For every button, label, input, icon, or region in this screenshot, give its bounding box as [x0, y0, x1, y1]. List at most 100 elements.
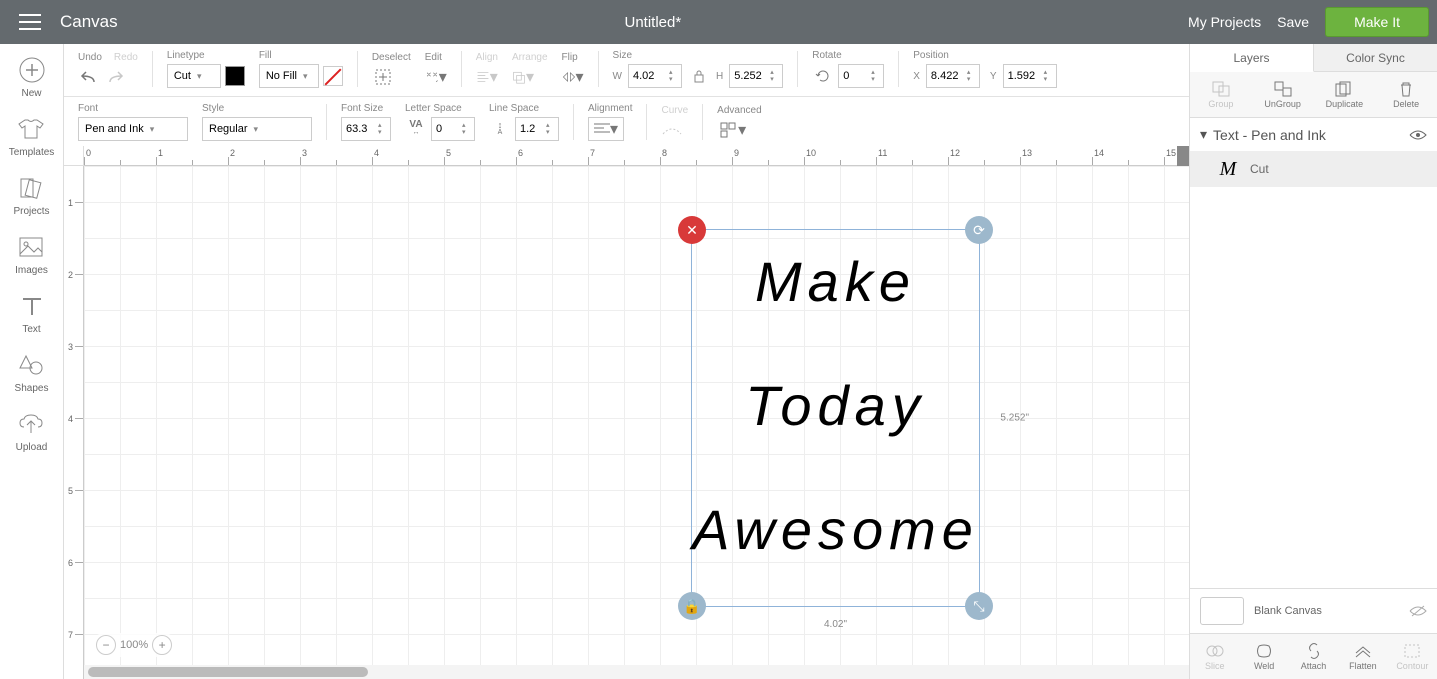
- image-icon: [17, 233, 45, 261]
- advanced-button[interactable]: ▾: [717, 119, 749, 141]
- topbar: Canvas Untitled* My Projects Save Make I…: [0, 0, 1437, 44]
- linespace-input[interactable]: 1.2▴▾: [515, 117, 559, 141]
- y-input[interactable]: 1.592▴▾: [1003, 64, 1057, 88]
- delete-button[interactable]: Delete: [1375, 72, 1437, 117]
- scrollbar-thumb[interactable]: [88, 667, 368, 677]
- zoom-value: 100%: [120, 639, 148, 651]
- tab-layers[interactable]: Layers: [1190, 44, 1314, 72]
- layer-item[interactable]: M Cut: [1190, 151, 1437, 187]
- deselect-label: Deselect: [372, 52, 411, 63]
- redo-label: Redo: [114, 52, 138, 63]
- new-label: New: [21, 88, 41, 99]
- selection-lock-handle[interactable]: 🔒: [678, 592, 706, 620]
- make-it-button[interactable]: Make It: [1325, 7, 1429, 37]
- flatten-button[interactable]: Flatten: [1338, 634, 1387, 679]
- upload-icon: [17, 410, 45, 438]
- h-label: H: [716, 71, 723, 82]
- shirt-icon: [17, 115, 45, 143]
- images-label: Images: [15, 265, 48, 276]
- visibility-icon[interactable]: [1409, 129, 1427, 141]
- canvas-text-object[interactable]: Make Today Awesome: [692, 240, 979, 572]
- projects-button[interactable]: Projects: [13, 174, 49, 217]
- width-input[interactable]: 4.02▴▾: [628, 64, 682, 88]
- weld-button[interactable]: Weld: [1239, 634, 1288, 679]
- text-line-2: Today: [692, 364, 979, 448]
- position-label: Position: [913, 50, 1056, 61]
- deselect-button[interactable]: [372, 66, 394, 88]
- flip-label: Flip: [562, 52, 584, 63]
- swatches-icon: [18, 174, 46, 202]
- ungroup-button[interactable]: UnGroup: [1252, 72, 1314, 117]
- attach-button[interactable]: Attach: [1289, 634, 1338, 679]
- fill-label: Fill: [259, 50, 343, 61]
- y-label: Y: [990, 71, 997, 82]
- flip-button[interactable]: ▾: [562, 66, 584, 88]
- text-line-3: Awesome: [692, 488, 979, 572]
- x-label: X: [913, 71, 920, 82]
- x-input[interactable]: 8.422▴▾: [926, 64, 980, 88]
- style-select[interactable]: Regular: [202, 117, 312, 141]
- document-title[interactable]: Untitled*: [118, 14, 1188, 31]
- duplicate-button[interactable]: Duplicate: [1314, 72, 1376, 117]
- font-select[interactable]: Pen and Ink: [78, 117, 188, 141]
- shapes-button[interactable]: Shapes: [15, 351, 49, 394]
- visibility-off-icon[interactable]: [1409, 604, 1427, 618]
- group-button: Group: [1190, 72, 1252, 117]
- fill-select[interactable]: No Fill: [259, 64, 319, 88]
- lock-aspect-icon[interactable]: [688, 65, 710, 87]
- app-title: Canvas: [60, 12, 118, 32]
- canvas-color-swatch[interactable]: [1200, 597, 1244, 625]
- images-button[interactable]: Images: [15, 233, 48, 276]
- alignment-button[interactable]: ▾: [588, 117, 624, 141]
- align-button: ▾: [476, 66, 498, 88]
- horizontal-scrollbar[interactable]: [84, 665, 1189, 679]
- save-link[interactable]: Save: [1277, 14, 1309, 30]
- templates-label: Templates: [9, 147, 55, 158]
- new-button[interactable]: New: [18, 56, 46, 99]
- layer-actions: Group UnGroup Duplicate Delete: [1190, 72, 1437, 118]
- curve-button: [661, 119, 683, 141]
- linetype-color-swatch[interactable]: [225, 66, 245, 86]
- selection-box[interactable]: ✕ ⟳ 🔒 ⤡ Make Today Awesome 5.252" 4.02": [691, 229, 980, 607]
- selection-resize-handle[interactable]: ⤡: [965, 592, 993, 620]
- rotate-input[interactable]: 0▴▾: [838, 64, 884, 88]
- slice-button: Slice: [1190, 634, 1239, 679]
- collapse-icon[interactable]: ▾: [1200, 126, 1207, 143]
- linetype-select[interactable]: Cut: [167, 64, 221, 88]
- panel-tabs: Layers Color Sync: [1190, 44, 1437, 72]
- zoom-out-button[interactable]: −: [96, 635, 116, 655]
- zoom-in-button[interactable]: +: [152, 635, 172, 655]
- ruler-end-marker[interactable]: [1177, 146, 1189, 166]
- redo-button[interactable]: [104, 66, 126, 88]
- upload-button[interactable]: Upload: [16, 410, 48, 453]
- advanced-label: Advanced: [717, 105, 761, 116]
- text-button[interactable]: Text: [18, 292, 46, 335]
- edit-button[interactable]: ▾: [425, 66, 447, 88]
- upload-label: Upload: [16, 442, 48, 453]
- canvas-background-row[interactable]: Blank Canvas: [1190, 588, 1437, 633]
- linetype-label: Linetype: [167, 50, 245, 61]
- templates-button[interactable]: Templates: [9, 115, 55, 158]
- fontsize-input[interactable]: 63.3▴▾: [341, 117, 391, 141]
- my-projects-link[interactable]: My Projects: [1188, 14, 1261, 30]
- layer-item-label: Cut: [1250, 162, 1269, 176]
- style-label: Style: [202, 103, 312, 114]
- size-label: Size: [613, 50, 784, 61]
- toolbar-row-1: Undo Redo Linetype Cut Fill No Fill: [64, 44, 1189, 97]
- layer-header[interactable]: ▾ Text - Pen and Ink: [1190, 118, 1437, 151]
- undo-button[interactable]: [78, 66, 100, 88]
- fontsize-label: Font Size: [341, 103, 391, 114]
- canvas-grid[interactable]: ✕ ⟳ 🔒 ⤡ Make Today Awesome 5.252" 4.02": [84, 166, 1189, 679]
- tab-color-sync[interactable]: Color Sync: [1314, 44, 1437, 71]
- w-label: W: [613, 71, 622, 82]
- letterspace-input[interactable]: 0▴▾: [431, 117, 475, 141]
- undo-label: Undo: [78, 52, 102, 63]
- alignment-label: Alignment: [588, 103, 632, 114]
- height-input[interactable]: 5.252▴▾: [729, 64, 783, 88]
- menu-button[interactable]: [8, 14, 52, 30]
- text-label: Text: [22, 324, 40, 335]
- fill-color-swatch[interactable]: [323, 66, 343, 86]
- contour-button: Contour: [1388, 634, 1437, 679]
- shapes-label: Shapes: [15, 383, 49, 394]
- canvas-area[interactable]: 0123456789101112131415 1234567 ✕ ⟳ 🔒 ⤡ M…: [64, 146, 1189, 679]
